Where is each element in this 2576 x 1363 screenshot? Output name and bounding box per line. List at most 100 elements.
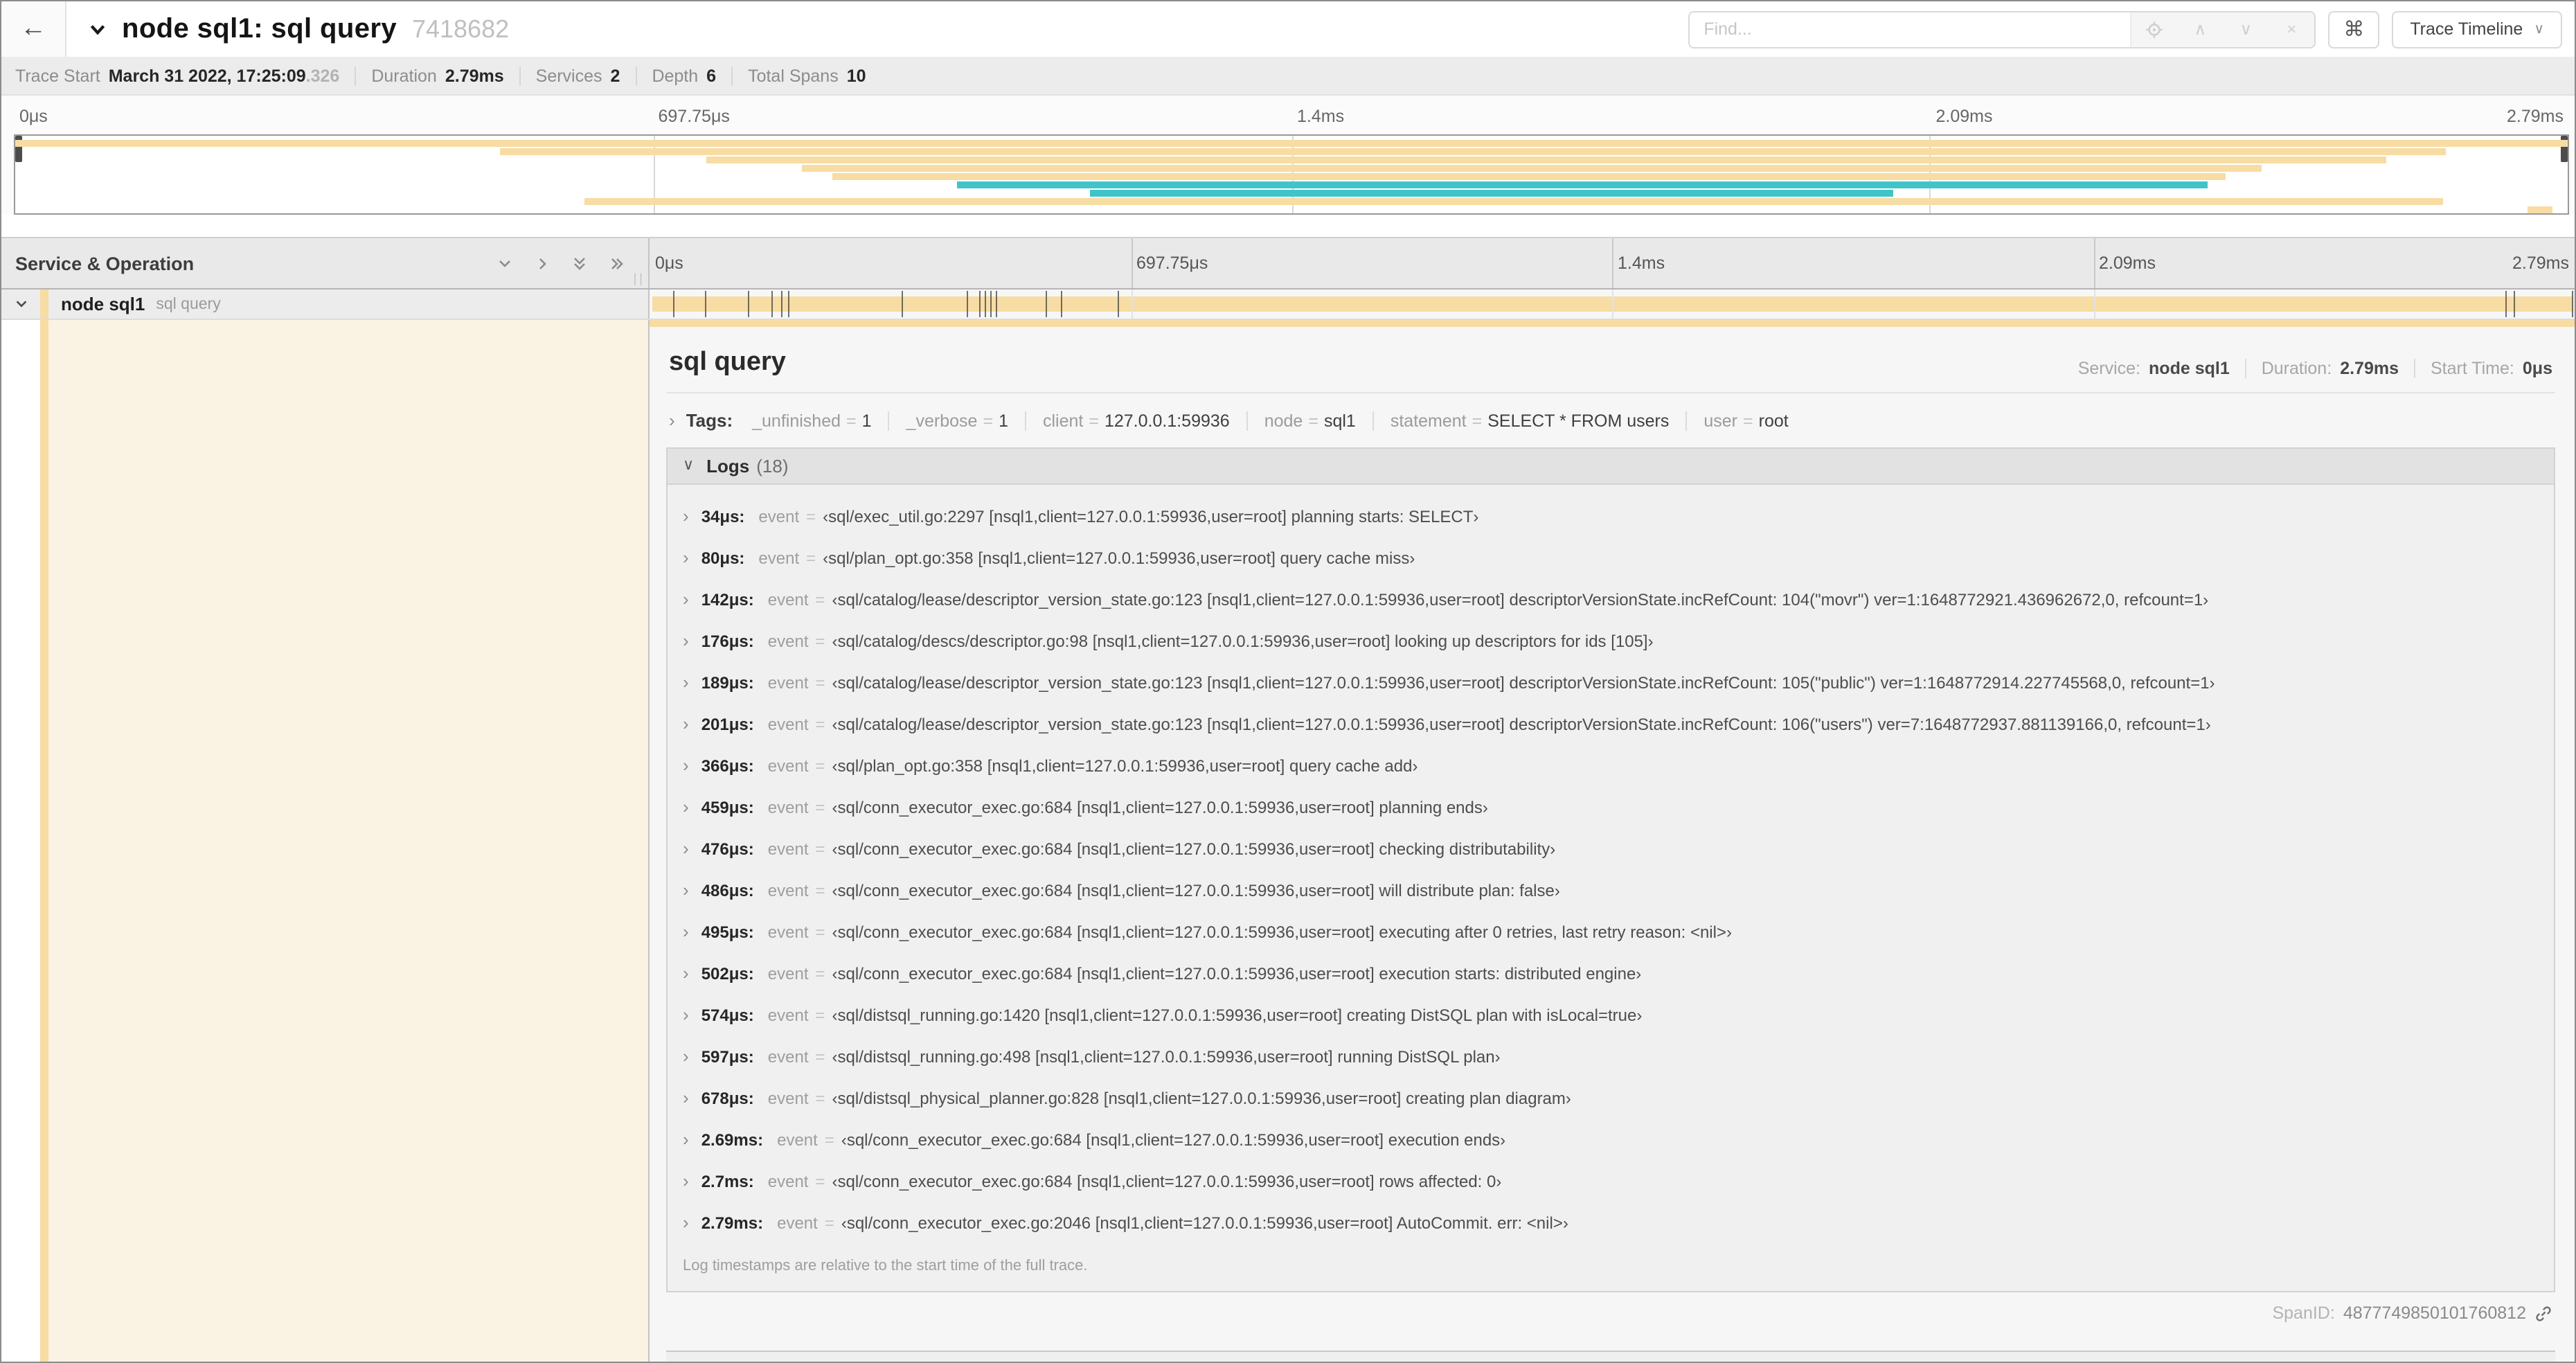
log-row[interactable]: › 502μs: event = ‹sql/conn_executor_exec.go:… (668, 953, 2554, 995)
find-group: ∧ ∨ × (1688, 10, 2316, 48)
trace-minimap: 0μs 697.75μs 1.4ms 2.09ms 2.79ms (1, 96, 2575, 215)
log-field-value: ‹sql/plan_opt.go:358 [nsql1,client=127.0… (823, 549, 1415, 568)
log-field-value: ‹sql/conn_executor_exec.go:684 [nsql1,cl… (832, 923, 1732, 942)
span-row-name-cell[interactable]: node sql1 sql query (1, 289, 650, 319)
log-field-key: event (758, 507, 800, 526)
chevron-right-icon: › (683, 963, 689, 983)
log-row[interactable]: › 476μs: event = ‹sql/conn_executor_exec.go:… (668, 828, 2554, 870)
chevron-right-icon: › (683, 755, 689, 776)
tag-item: client = 127.0.0.1:59936 (1024, 411, 1246, 430)
locate-icon[interactable] (2131, 12, 2177, 46)
log-field-key: event (767, 1172, 809, 1191)
summary-item: Duration 2.79ms (355, 66, 519, 85)
log-row[interactable]: › 597μs: event = ‹sql/distsql_running.go:498… (668, 1036, 2554, 1078)
log-row[interactable]: › 80μs: event = ‹sql/plan_opt.go:358 [nsql1,… (668, 537, 2554, 579)
log-row[interactable]: › 176μs: event = ‹sql/catalog/descs/descript… (668, 621, 2554, 662)
log-row[interactable]: › 2.79ms: event = ‹sql/conn_executor_exec.go… (668, 1202, 2554, 1244)
log-field-key: event (767, 632, 809, 651)
ruler-tick-label: 1.4ms (1618, 253, 1665, 273)
log-marker (978, 291, 981, 317)
find-input[interactable] (1690, 12, 2131, 46)
log-row[interactable]: › 574μs: event = ‹sql/distsql_running.go:142… (668, 995, 2554, 1036)
back-arrow-icon: ← (20, 14, 46, 43)
log-row[interactable]: › 2.7ms: event = ‹sql/conn_executor_exec.go:… (668, 1161, 2554, 1202)
back-button[interactable]: ← (1, 1, 66, 57)
keyboard-shortcuts-button[interactable]: ⌘ (2328, 10, 2380, 48)
expand-one-icon[interactable] (533, 254, 551, 272)
log-row[interactable]: › 495μs: event = ‹sql/conn_executor_exec.go:… (668, 911, 2554, 953)
log-row[interactable]: › 34μs: event = ‹sql/exec_util.go:2297 [nsql… (668, 496, 2554, 537)
chevron-right-icon: › (683, 1212, 689, 1233)
log-row[interactable]: › 678μs: event = ‹sql/distsql_physical_plann… (668, 1078, 2554, 1119)
chevron-right-icon: › (683, 1087, 689, 1108)
span-detail-meta: Service: node sql1 Duration: 2.79ms Start Ti… (2063, 359, 2552, 378)
find-clear-icon[interactable]: × (2269, 12, 2314, 46)
page-title: node sql1: sql query (122, 13, 397, 44)
log-timestamp: 486μs: (701, 881, 754, 900)
log-field-key: event (777, 1130, 818, 1150)
span-row[interactable]: node sql1 sql query (1, 289, 2575, 320)
summary-item-label: Total Spans (748, 66, 839, 85)
tag-item: user = root (1685, 411, 1805, 430)
deep-link-icon[interactable] (2534, 1304, 2552, 1322)
chevron-right-icon: › (683, 506, 689, 526)
summary-item-value: 10 (846, 66, 866, 85)
log-row[interactable]: › 142μs: event = ‹sql/catalog/lease/descript… (668, 579, 2554, 621)
minimap-canvas[interactable] (14, 134, 2569, 215)
span-meta-item: Duration: 2.79ms (2244, 359, 2414, 378)
logs-label: Logs (706, 456, 750, 476)
log-timestamp: 80μs: (701, 549, 745, 568)
span-row-timeline-cell[interactable] (650, 289, 2575, 319)
span-detail-panel: sql query Service: node sql1 Duration: 2.79… (650, 320, 2575, 1362)
span-meta-item: Start Time: 0μs (2414, 359, 2552, 378)
log-row[interactable]: › 486μs: event = ‹sql/conn_executor_exec.go:… (668, 870, 2554, 911)
minimap-span-bar (832, 172, 2226, 180)
log-row[interactable]: › 2.69ms: event = ‹sql/conn_executor_exec.go… (668, 1119, 2554, 1161)
chevron-down-icon: ∨ (683, 457, 695, 474)
chevron-right-icon: › (683, 880, 689, 900)
minimap-span-bar (1089, 190, 1894, 197)
log-field-key: event (767, 923, 809, 942)
tag-item: _unfinished = 1 (752, 411, 872, 430)
log-timestamp: 678μs: (701, 1089, 754, 1108)
ruler-tick-label: 2.79ms (2507, 107, 2564, 126)
trace-collapse-chevron-icon[interactable] (87, 19, 108, 39)
logs-header[interactable]: ∨ Logs (18) (668, 449, 2554, 485)
log-row[interactable]: › 189μs: event = ‹sql/catalog/lease/descript… (668, 662, 2554, 704)
log-field-value: ‹sql/conn_executor_exec.go:684 [nsql1,cl… (832, 798, 1488, 817)
chevron-right-icon: › (683, 713, 689, 734)
span-detail-section: sql query Service: node sql1 Duration: 2.79… (1, 320, 2575, 1362)
log-marker (747, 291, 749, 317)
log-row[interactable]: › 366μs: event = ‹sql/plan_opt.go:358 [nsql1… (668, 745, 2554, 787)
trace-view-dropdown[interactable]: Trace Timeline ∨ (2392, 10, 2562, 48)
log-field-value: ‹sql/catalog/lease/descriptor_version_st… (832, 715, 2211, 734)
grid-line (1612, 238, 1613, 288)
span-detail-accent-strip (650, 320, 2575, 327)
column-resizer-grip[interactable]: || (634, 271, 645, 285)
log-row[interactable]: › 459μs: event = ‹sql/conn_executor_exec.go:… (668, 787, 2554, 828)
log-marker (771, 291, 773, 317)
log-field-key: event (767, 1089, 809, 1108)
log-timestamp: 459μs: (701, 798, 754, 817)
log-marker (1061, 291, 1063, 317)
log-field-key: event (767, 881, 809, 900)
minimap-span-bar (801, 164, 2262, 172)
grid-line (1131, 289, 1132, 319)
log-field-key: event (767, 964, 809, 983)
collapse-one-icon[interactable] (496, 254, 514, 272)
service-operation-label: Service & Operation (15, 253, 195, 274)
span-id-row: SpanID: 4877749850101760812 (666, 1292, 2555, 1330)
collapse-all-icon[interactable] (571, 254, 589, 272)
expand-all-icon[interactable] (608, 254, 626, 272)
log-marker (984, 291, 986, 317)
tags-accordian[interactable]: › Tags: _unfinished = 1 _verbose = 1 client = 12… (666, 407, 2555, 435)
log-timestamp: 574μs: (701, 1006, 754, 1025)
find-prev-icon[interactable]: ∧ (2177, 12, 2223, 46)
tags-label: Tags: (686, 410, 733, 431)
logs-footnote: Log timestamps are relative to the start… (683, 1258, 1088, 1274)
find-next-icon[interactable]: ∨ (2223, 12, 2269, 46)
span-expander-chevron-icon[interactable] (1, 296, 40, 312)
log-field-key: event (767, 673, 809, 693)
log-row[interactable]: › 201μs: event = ‹sql/catalog/lease/descript… (668, 704, 2554, 745)
span-operation-name: sql query (156, 296, 221, 312)
